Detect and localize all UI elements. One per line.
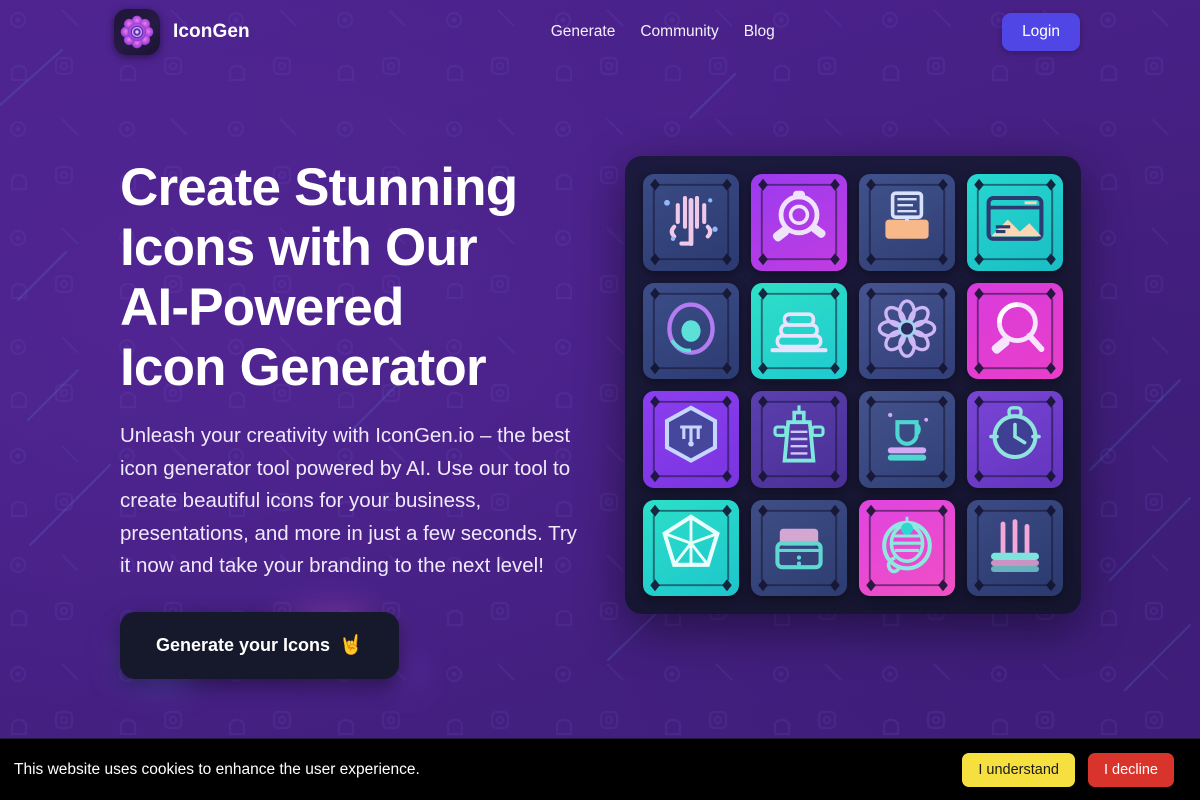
page-root: IconGen Generate Community Blog Login Cr… xyxy=(0,0,1200,800)
icon-tile-gem-polyhedron-icon[interactable] xyxy=(643,499,739,596)
icon-tile-magnet-search-icon[interactable] xyxy=(967,282,1063,379)
hexagon-shield-icon xyxy=(664,405,718,463)
cookie-message: This website uses cookies to enhance the… xyxy=(14,760,420,778)
cta-wrapper: Generate your Icons 🤘 xyxy=(92,589,427,705)
hero-description: Unleash your creativity with IconGen.io … xyxy=(120,424,577,577)
cookie-accept-button[interactable]: I understand xyxy=(962,752,1075,787)
page-title: Create Stunning Icons with Our AI-Powere… xyxy=(120,158,590,398)
icon-showcase-panel xyxy=(625,156,1081,614)
magnifier-icon xyxy=(772,190,826,242)
chameleon-icon xyxy=(882,516,932,573)
cookie-decline-button[interactable]: I decline xyxy=(1087,752,1174,787)
brand[interactable]: IconGen xyxy=(114,9,250,55)
icon-tile-flower-icon[interactable] xyxy=(859,282,955,379)
skyscraper-icon xyxy=(773,405,825,463)
hero-section: Create Stunning Icons with Our AI-Powere… xyxy=(0,64,1200,705)
icon-tile-magnifier-icon[interactable] xyxy=(751,174,847,271)
avocado-icon xyxy=(667,301,715,355)
icon-tile-window-image-icon[interactable] xyxy=(967,174,1063,271)
window-image-icon xyxy=(986,195,1044,241)
headline-line-1: Create Stunning xyxy=(120,158,518,217)
clock-badge-icon xyxy=(989,406,1041,460)
cta-label: Generate your Icons xyxy=(156,634,331,655)
cactus-icon xyxy=(664,195,718,246)
nav-link-community[interactable]: Community xyxy=(640,23,718,41)
headline-line-2: Icons with Our xyxy=(120,218,478,277)
rock-hand-icon: 🤘 xyxy=(339,634,363,656)
bar-chart-icon xyxy=(991,518,1039,572)
login-button[interactable]: Login xyxy=(1002,13,1080,51)
layer-cake-icon xyxy=(770,311,828,352)
icon-tile-skyscraper-icon[interactable] xyxy=(751,391,847,488)
icon-tile-file-tray-icon[interactable] xyxy=(751,499,847,596)
icon-tile-hexagon-shield-icon[interactable] xyxy=(643,391,739,488)
laptop-desk-icon xyxy=(885,191,929,239)
flower-icon xyxy=(877,298,937,358)
headline-line-4: Icon Generator xyxy=(120,338,487,397)
icon-tile-bar-chart-icon[interactable] xyxy=(967,499,1063,596)
navbar: IconGen Generate Community Blog Login xyxy=(0,0,1200,64)
icon-tile-cactus-icon[interactable] xyxy=(643,174,739,271)
icon-tile-coffee-cup-icon[interactable] xyxy=(859,391,955,488)
generate-icons-button[interactable]: Generate your Icons 🤘 xyxy=(120,611,399,679)
icon-tile-clock-badge-icon[interactable] xyxy=(967,391,1063,488)
nav-links: Generate Community Blog xyxy=(551,23,775,41)
icon-tile-chameleon-icon[interactable] xyxy=(859,499,955,596)
icon-tile-layer-cake-icon[interactable] xyxy=(751,282,847,379)
hero-copy: Create Stunning Icons with Our AI-Powere… xyxy=(92,158,590,705)
coffee-cup-icon xyxy=(887,412,929,461)
headline-line-3: AI-Powered xyxy=(120,278,404,337)
nav-link-blog[interactable]: Blog xyxy=(744,23,775,41)
cookie-consent-bar: This website uses cookies to enhance the… xyxy=(0,738,1200,800)
icon-tile-avocado-icon[interactable] xyxy=(643,282,739,379)
icon-tile-laptop-desk-icon[interactable] xyxy=(859,174,955,271)
gem-polyhedron-icon xyxy=(662,513,720,567)
cookie-actions: I understand I decline xyxy=(962,752,1174,787)
magnet-search-icon xyxy=(991,301,1045,354)
brand-name: IconGen xyxy=(173,21,250,42)
file-tray-icon xyxy=(775,528,823,569)
flower-gear-logo-icon xyxy=(114,9,160,55)
nav-link-generate[interactable]: Generate xyxy=(551,23,616,41)
